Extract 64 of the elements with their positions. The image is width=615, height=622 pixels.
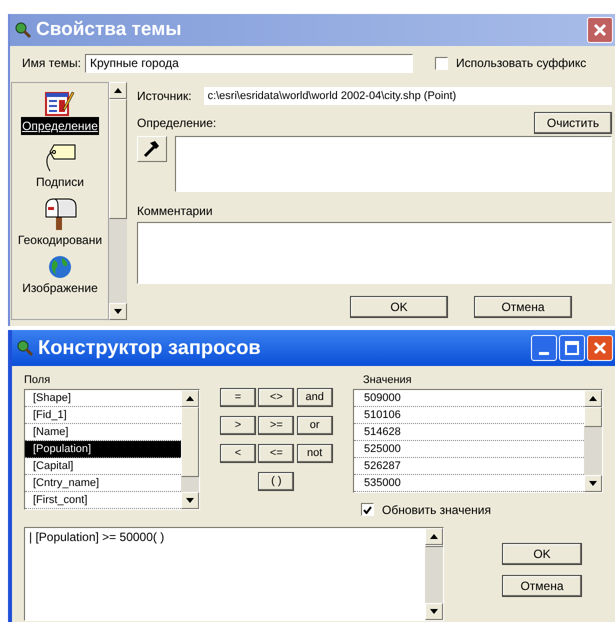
query-builder-button[interactable] [137,136,167,162]
checkbox-label: Обновить значения [382,502,491,518]
window-title: Конструктор запросов [38,336,261,361]
source-label: Источник: [137,88,192,105]
scroll-down-button[interactable] [109,303,127,320]
operator-button[interactable]: >= [258,416,294,435]
source-path: c:\esri\esridata\world\world 2002-04\city.shp (Point) [204,87,612,105]
checkbox[interactable] [434,56,448,70]
comments-label: Комментарии [137,203,214,220]
maximize-button[interactable] [559,335,585,361]
category-item[interactable]: Определение [21,117,99,135]
operator-button[interactable]: ( ) [258,472,294,491]
down-arrow-icon [186,498,194,502]
dialog-button[interactable]: Очистить [534,112,612,134]
operator-button[interactable]: <> [258,388,294,407]
window-title: Свойства темы [36,18,182,42]
down-arrow-icon [589,480,597,486]
operator-button[interactable]: > [220,416,256,435]
operator-button[interactable]: < [220,444,256,463]
field-list-item[interactable]: [Population] [25,440,181,458]
theme-name-field[interactable]: Крупные города [84,54,413,72]
minimize-button[interactable] [531,335,557,361]
checkbox-label: Использовать суффикс [456,55,586,72]
scrollbar[interactable] [584,390,602,492]
fields-label: Поля [24,373,52,388]
dialog-button[interactable]: Отмена [474,296,572,318]
definition-field[interactable] [175,136,612,192]
form-pencil-icon [45,89,75,117]
close-button[interactable] [587,17,613,43]
checkbox[interactable] [361,503,374,516]
operator-button[interactable]: and [296,388,333,407]
category-item[interactable]: Подписи [35,173,85,191]
values-label: Значения [363,373,413,388]
scroll-down-button[interactable] [181,492,199,508]
globe-icon [48,255,72,279]
hammer-icon [142,139,162,159]
operator-button[interactable]: or [296,416,333,435]
definition-label: Определение: [137,115,216,132]
up-arrow-icon [114,88,122,93]
close-button[interactable] [587,335,613,361]
dialog-button[interactable]: OK [502,542,582,564]
close-icon [593,23,607,37]
scroll-up-button[interactable] [584,390,602,406]
category-item[interactable]: Геокодировани [16,231,104,249]
scrollbar[interactable] [109,82,127,320]
category-item[interactable]: Изображение [21,279,99,297]
maximize-icon [565,341,579,355]
scrollbar[interactable] [181,390,199,508]
operator-button[interactable]: <= [258,444,294,463]
minimize-icon [539,352,549,355]
down-arrow-icon [114,309,122,314]
scroll-down-button[interactable] [584,474,602,492]
scroll-up-button[interactable] [181,390,199,406]
scroll-up-button[interactable] [109,82,127,99]
operator-button[interactable]: = [220,388,256,407]
up-arrow-icon [186,396,194,400]
dialog-button[interactable]: Отмена [502,574,582,596]
dialog-button[interactable]: OK [350,296,448,318]
operator-button[interactable]: not [296,444,333,463]
up-arrow-icon [589,396,597,400]
comments-field[interactable] [137,222,612,284]
check-icon [363,506,372,514]
close-icon [593,341,607,355]
theme-name-label: Имя темы: [22,55,81,72]
